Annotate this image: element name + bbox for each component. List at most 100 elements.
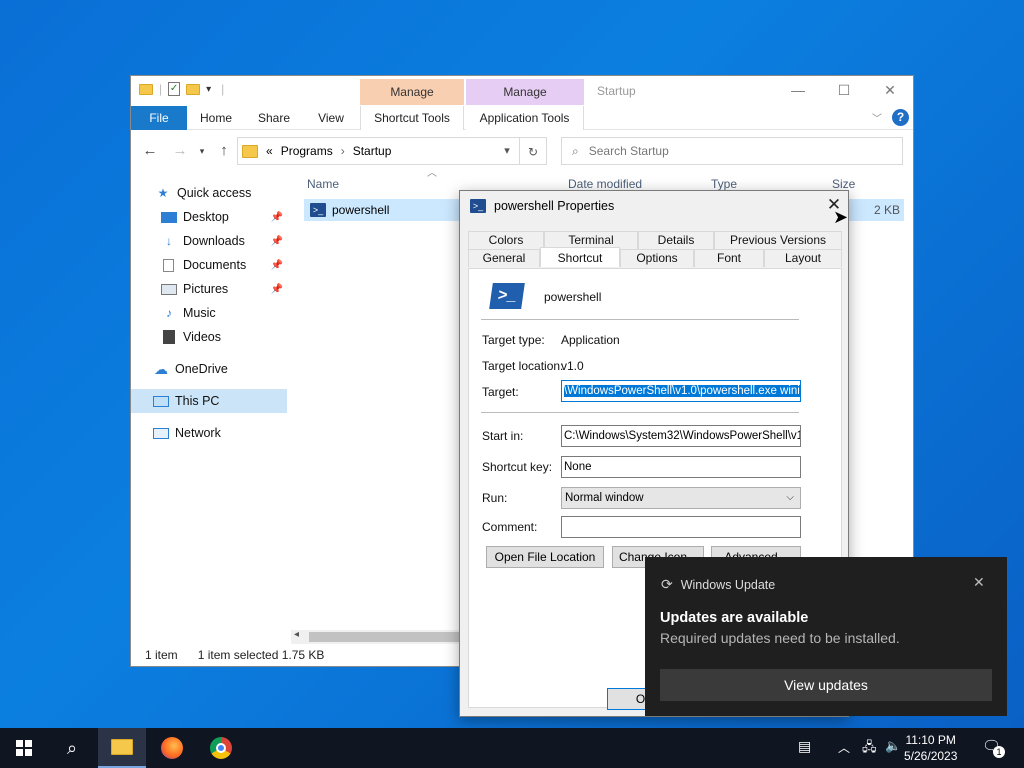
breadcrumb-prefix: « [266,144,273,158]
tab-home[interactable]: Home [193,106,239,130]
network-status-icon[interactable]: 🖧 [862,738,877,760]
powershell-icon: >_ [470,199,486,213]
toast-app-name: Windows Update [680,577,776,592]
close-button[interactable]: ✕ [867,76,913,104]
windows-update-toast: ⟳ Windows Update ✕ Updates are available… [645,557,1007,716]
target-type-label: Target type: [482,333,545,347]
news-widget-icon[interactable]: ▤ [798,738,811,755]
clock-date: 5/26/2023 [904,749,958,763]
tab-details[interactable]: Details [638,231,714,249]
ribbon-tabs: File Home Share View Shortcut Tools Appl… [131,106,913,130]
music-note-icon: ♪ [166,306,172,320]
tab-layout[interactable]: Layout [764,249,842,267]
volume-muted-icon[interactable]: 🔈 [885,738,901,754]
target-field[interactable]: \WindowsPowerShell\v1.0\powershell.exe w… [561,380,801,402]
ribbon-right: ﹀ ? [872,109,909,126]
taskbar-file-explorer[interactable] [98,728,146,768]
maximize-button[interactable]: ☐ [821,76,867,104]
tab-file[interactable]: File [131,106,187,130]
nav-label: Downloads [183,234,245,248]
taskbar-chrome[interactable] [197,728,245,768]
taskbar: ⌕ ▤ ︿ 🖧 🔈 11:10 PM 5/26/2023 🗨 1 [0,728,1024,768]
nav-this-pc[interactable]: This PC [131,389,287,413]
nav-onedrive[interactable]: ☁ OneDrive [131,357,287,381]
pin-icon[interactable]: 📌 [271,284,283,295]
toast-title: Updates are available [660,610,809,626]
file-explorer-icon [111,739,133,755]
tab-share[interactable]: Share [251,106,297,130]
properties-icon[interactable]: ✓ [168,82,181,96]
scroll-left-icon[interactable]: ◂ [294,629,299,640]
tab-previous-versions[interactable]: Previous Versions [714,231,842,249]
breadcrumb-programs[interactable]: Programs [281,144,333,158]
shortcut-key-field[interactable]: None [561,456,801,478]
chrome-icon [210,737,232,759]
mouse-cursor-icon: ➤ [833,207,849,227]
target-type-value: Application [561,333,620,347]
nav-documents[interactable]: Documents 📌 [131,253,287,277]
run-select[interactable]: Normal window ⌵ [561,487,801,509]
help-icon[interactable]: ? [892,109,909,126]
start-in-label: Start in: [482,429,524,443]
pin-icon[interactable]: 📌 [271,236,283,247]
comment-field[interactable] [561,516,801,538]
nav-label: Documents [183,258,247,272]
nav-downloads[interactable]: ↓ Downloads 📌 [131,229,287,253]
taskbar-firefox[interactable] [148,728,196,768]
search-input[interactable]: ⌕ Search Startup [561,137,903,165]
new-folder-icon[interactable] [186,83,201,95]
search-icon: ⌕ [572,143,579,158]
selection-info: 1 item selected 1.75 KB [197,648,325,662]
tab-colors[interactable]: Colors [468,231,544,249]
search-icon[interactable]: ⌕ [48,728,96,768]
expand-ribbon-icon[interactable]: ﹀ [872,110,882,125]
refresh-icon[interactable]: ↻ [519,137,547,165]
clock[interactable]: 11:10 PM 5/26/2023 [904,732,957,764]
nav-network[interactable]: Network [131,421,287,445]
target-location-value: v1.0 [561,359,584,373]
pin-icon[interactable]: 📌 [271,212,283,223]
target-label: Target: [482,385,519,399]
download-arrow-icon: ↓ [166,234,172,248]
show-hidden-icons-icon[interactable]: ︿ [838,739,850,756]
nav-label: Network [175,426,221,440]
powershell-shortcut-icon: >_ [489,283,525,309]
qat-customize-icon[interactable]: ▾ [206,84,211,95]
open-file-location-button[interactable]: Open File Location [486,546,604,568]
tab-shortcut[interactable]: Shortcut [540,247,620,267]
recent-locations-icon[interactable]: ▾ [191,140,213,162]
tab-view[interactable]: View [309,106,353,130]
tab-options[interactable]: Options [620,249,694,267]
nav-desktop[interactable]: Desktop 📌 [131,205,287,229]
tab-general[interactable]: General [468,249,540,267]
breadcrumb-startup[interactable]: Startup [353,144,392,158]
nav-pictures[interactable]: Pictures 📌 [131,277,287,301]
toast-close-icon[interactable]: ✕ [973,574,985,591]
target-value: \WindowsPowerShell\v1.0\powershell.exe w… [564,385,800,397]
nav-videos[interactable]: Videos [131,325,287,349]
up-arrow-icon[interactable]: ↑ [213,140,235,162]
forward-arrow-icon[interactable]: → [169,140,191,162]
navigation-bar: ← → ▾ ↑ « Programs › Startup ▾ ↻ ⌕ Searc… [131,134,913,168]
picture-icon [161,283,177,295]
dialog-title-bar: >_ powershell Properties [470,199,614,213]
cloud-icon: ☁ [154,361,168,377]
nav-quick-access[interactable]: ★ Quick access [131,181,287,205]
tab-font[interactable]: Font [694,249,764,267]
window-controls: — ☐ ✕ [775,76,913,104]
tab-shortcut-tools[interactable]: Shortcut Tools [360,106,464,130]
view-updates-button[interactable]: View updates [660,669,992,701]
address-dropdown-icon[interactable]: ▾ [495,137,519,165]
file-size: 2 KB [873,203,900,217]
tab-application-tools[interactable]: Application Tools [466,106,584,130]
back-arrow-icon[interactable]: ← [139,140,161,162]
start-button[interactable] [0,728,48,768]
pin-icon[interactable]: 📌 [271,260,283,271]
column-name[interactable]: Name [307,172,339,196]
toast-body: Required updates need to be installed. [660,630,900,646]
chevron-down-icon: ⌵ [786,492,794,503]
nav-music[interactable]: ♪ Music [131,301,287,325]
dialog-title: powershell Properties [494,199,615,213]
start-in-field[interactable]: C:\Windows\System32\WindowsPowerShell\v1… [561,425,801,447]
minimize-button[interactable]: — [775,76,821,104]
